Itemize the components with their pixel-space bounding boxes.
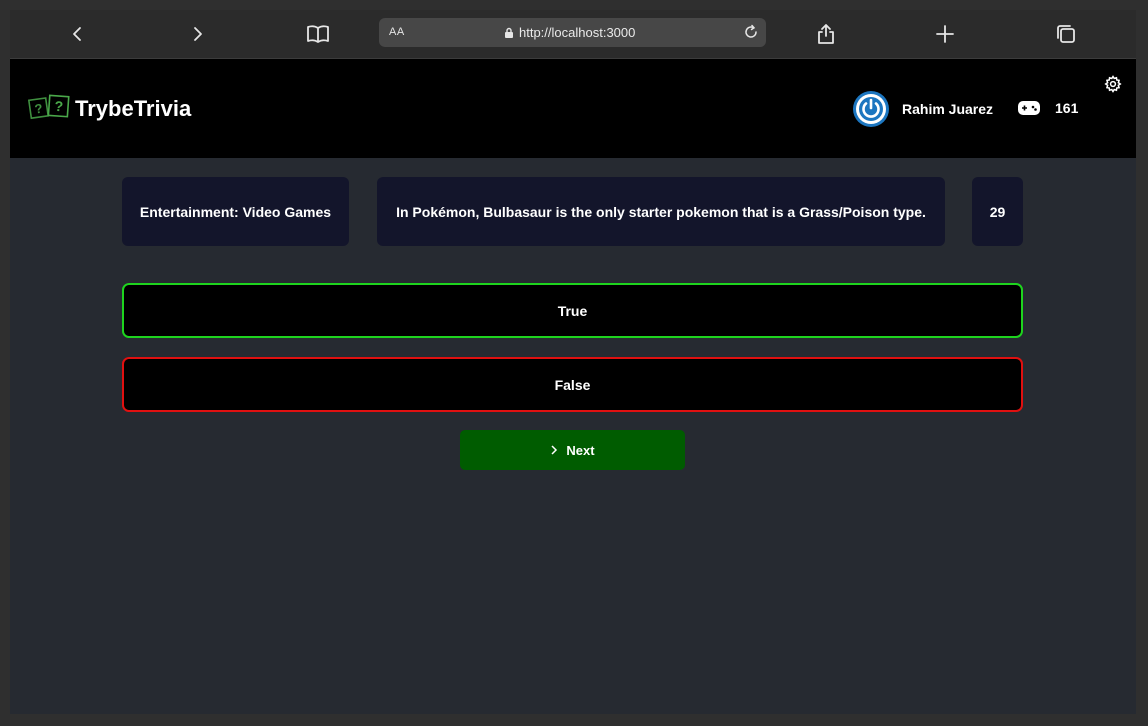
svg-text:?: ? xyxy=(54,98,64,115)
browser-window: AA http://localhost:3000 ? ? TrybeTrivia xyxy=(10,10,1136,714)
tabs-overview-icon[interactable] xyxy=(1051,19,1081,49)
player-name: Rahim Juarez xyxy=(902,101,994,117)
next-button[interactable]: Next xyxy=(460,430,685,470)
browser-toolbar: AA http://localhost:3000 xyxy=(10,10,1136,59)
chevron-right-icon xyxy=(550,443,558,458)
gamepad-icon xyxy=(1017,99,1041,122)
question-text: In Pokémon, Bulbasaur is the only starte… xyxy=(377,177,945,246)
next-button-label: Next xyxy=(566,442,595,458)
question-timer: 29 xyxy=(972,177,1023,246)
share-icon[interactable] xyxy=(811,19,841,49)
app-header: ? ? TrybeTrivia Rahim Juarez 161 xyxy=(10,59,1136,158)
forward-icon[interactable] xyxy=(182,19,212,49)
url-text: http://localhost:3000 xyxy=(519,25,636,40)
gear-icon[interactable] xyxy=(1104,75,1122,98)
score: 161 xyxy=(1055,100,1079,116)
answer-false-button[interactable]: False xyxy=(122,357,1023,412)
back-icon[interactable] xyxy=(63,19,93,49)
address-bar[interactable]: AA http://localhost:3000 xyxy=(379,18,766,47)
avatar xyxy=(853,91,889,127)
new-tab-icon[interactable] xyxy=(930,19,960,49)
svg-text:?: ? xyxy=(34,101,44,117)
reload-icon[interactable] xyxy=(742,23,760,46)
bookmarks-icon[interactable] xyxy=(303,19,333,49)
question-category: Entertainment: Video Games xyxy=(122,177,349,246)
question-cards-logo-icon: ? ? xyxy=(27,94,70,125)
lock-icon xyxy=(504,26,514,44)
answer-true-button[interactable]: True xyxy=(122,283,1023,338)
app-title: TrybeTrivia xyxy=(75,96,192,121)
reader-view-toggle[interactable]: AA xyxy=(389,26,405,38)
